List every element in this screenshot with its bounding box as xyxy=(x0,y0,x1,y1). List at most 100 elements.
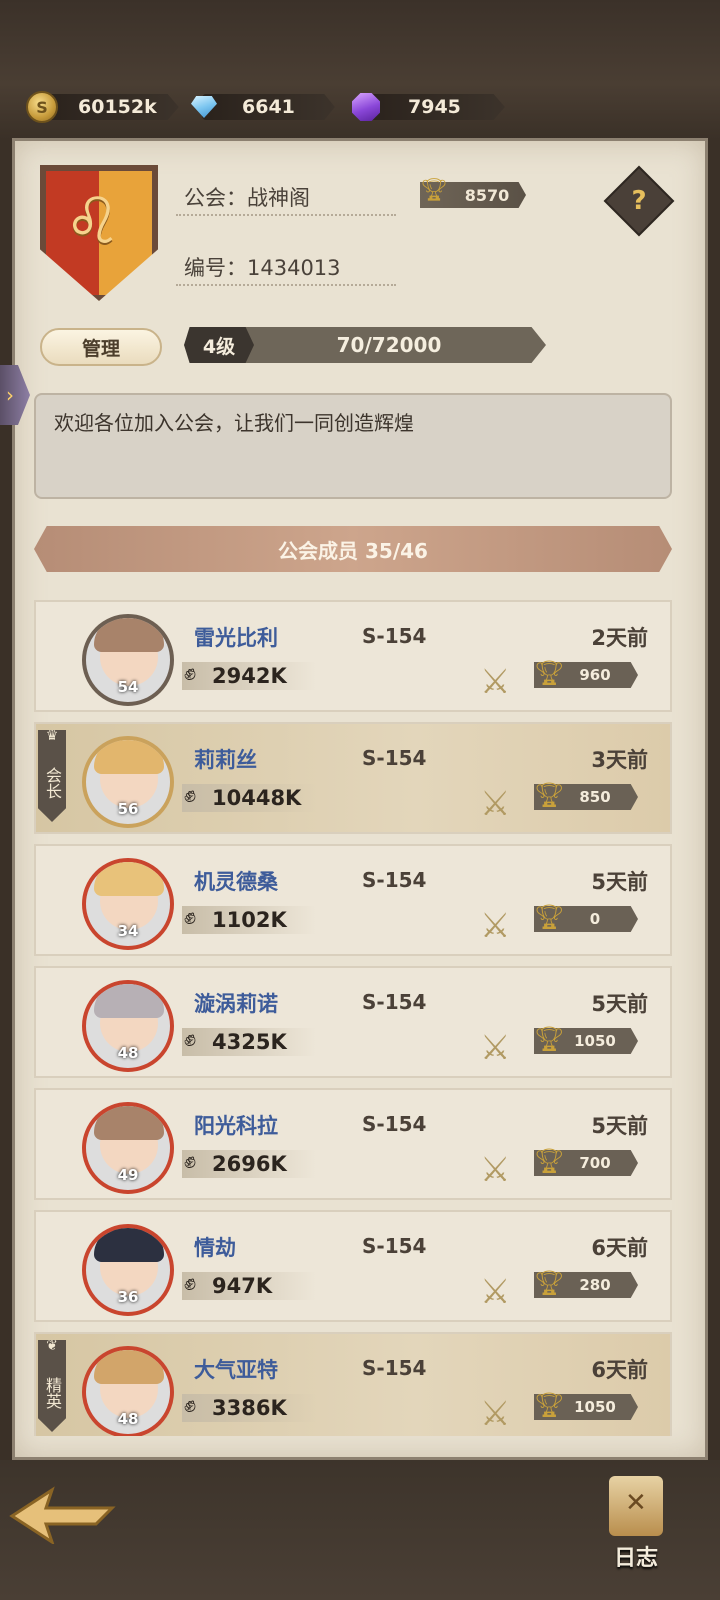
member-last-seen: 2天前 xyxy=(591,626,648,650)
member-row[interactable]: 34 机灵德桑 S-154 5天前 1102K ✊︎ ⚔︎ 0 🏆︎ xyxy=(34,844,672,956)
rank-badge: ❦ 精英 xyxy=(38,1340,66,1432)
chevron-right-icon: › xyxy=(6,383,14,407)
member-last-seen: 5天前 xyxy=(591,870,648,894)
member-row[interactable]: ❦ 精英 48 大气亚特 S-154 6天前 3386K ✊︎ ⚔︎ 1050 🏆… xyxy=(34,1332,672,1436)
member-row[interactable]: 36 情劫 S-154 6天前 947K ✊︎ ⚔︎ 280 🏆︎ xyxy=(34,1210,672,1322)
member-name: 机灵德桑 xyxy=(194,870,278,894)
wing-icon: ❦ xyxy=(44,1338,60,1354)
crossed-swords-icon: ⚔︎ xyxy=(480,662,511,702)
member-power: 4325K xyxy=(182,1028,316,1056)
member-power: 10448K xyxy=(182,784,316,812)
scroll-icon xyxy=(609,1476,663,1536)
member-level: 36 xyxy=(117,1288,139,1306)
lion-icon: ♌ xyxy=(64,185,122,259)
guild-id: 编号：1434013 xyxy=(184,256,341,280)
trophy-icon: 🏆︎ xyxy=(534,781,565,809)
trophy-icon: 🏆︎ xyxy=(534,903,565,931)
trophy-icon: 🏆︎ xyxy=(534,1391,565,1419)
trophy-icon: 🏆︎ xyxy=(534,1147,565,1175)
member-power: 3386K xyxy=(182,1394,316,1422)
guild-level: 4级 xyxy=(184,327,254,363)
fist-icon: ✊︎ xyxy=(184,1027,197,1052)
crossed-swords-icon: ⚔︎ xyxy=(480,1150,511,1190)
member-power: 2942K xyxy=(182,662,316,690)
member-row[interactable]: 49 阳光科拉 S-154 5天前 2696K ✊︎ ⚔︎ 700 🏆︎ xyxy=(34,1088,672,1200)
fist-icon: ✊︎ xyxy=(184,1393,197,1418)
crown-icon: ♛ xyxy=(44,728,60,744)
member-server: S-154 xyxy=(362,1234,427,1258)
crossed-swords-icon: ⚔︎ xyxy=(480,784,511,824)
trophy-icon: 🏆︎ xyxy=(534,1025,565,1053)
question-icon: ? xyxy=(631,186,647,216)
crossed-swords-icon: ⚔︎ xyxy=(480,1272,511,1312)
fist-icon: ✊︎ xyxy=(184,1271,197,1296)
member-level: 48 xyxy=(117,1410,139,1428)
log-label: 日志 xyxy=(613,1546,658,1571)
diamond-amount: 6641 xyxy=(202,94,335,120)
member-level: 34 xyxy=(117,922,139,940)
member-last-seen: 3天前 xyxy=(591,748,648,772)
member-last-seen: 6天前 xyxy=(591,1358,648,1382)
trophy-icon: 🏆︎ xyxy=(420,178,448,203)
member-level: 56 xyxy=(117,800,139,818)
guild-notice: 欢迎各位加入公会，让我们一同创造辉煌 xyxy=(34,393,672,499)
member-avatar[interactable]: 56 xyxy=(82,736,174,828)
guild-name: 公会：战神阁 xyxy=(184,186,310,210)
member-row[interactable]: ♛ 会长 56 莉莉丝 S-154 3天前 10448K ✊︎ ⚔︎ 850 🏆︎ xyxy=(34,722,672,834)
member-name: 阳光科拉 xyxy=(194,1114,278,1138)
fist-icon: ✊︎ xyxy=(184,661,197,686)
members-header: 公会成员 35/46 xyxy=(34,526,672,572)
divider xyxy=(176,284,396,286)
crossed-swords-icon: ⚔︎ xyxy=(480,1028,511,1068)
member-server: S-154 xyxy=(362,990,427,1014)
diamond-currency: 6641 xyxy=(188,92,335,122)
member-row[interactable]: 54 雷光比利 S-154 2天前 2942K ✊︎ ⚔︎ 960 🏆︎ xyxy=(34,600,672,712)
member-power: 947K xyxy=(182,1272,316,1300)
member-avatar[interactable]: 34 xyxy=(82,858,174,950)
crystal-amount: 7945 xyxy=(364,94,505,120)
member-name: 莉莉丝 xyxy=(194,748,257,772)
trophy-icon: 🏆︎ xyxy=(534,1269,565,1297)
crossed-swords-icon: ⚔︎ xyxy=(480,1394,511,1434)
gold-amount: 60152k xyxy=(40,94,179,120)
crossed-swords-icon: ⚔︎ xyxy=(480,906,511,946)
member-level: 49 xyxy=(117,1166,139,1184)
guild-exp: 70/72000 xyxy=(336,333,442,357)
manage-button[interactable]: 管理 xyxy=(40,328,162,366)
member-last-seen: 5天前 xyxy=(591,1114,648,1138)
member-row[interactable]: 48 漩涡莉诺 S-154 5天前 4325K ✊︎ ⚔︎ 1050 🏆︎ xyxy=(34,966,672,1078)
purple-crystal-icon xyxy=(350,91,382,123)
member-server: S-154 xyxy=(362,746,427,770)
back-arrow-icon[interactable] xyxy=(8,1486,116,1544)
member-avatar[interactable]: 48 xyxy=(82,1346,174,1436)
member-name: 漩涡莉诺 xyxy=(194,992,278,1016)
rank-badge: ♛ 会长 xyxy=(38,730,66,822)
member-avatar[interactable]: 49 xyxy=(82,1102,174,1194)
member-power: 1102K xyxy=(182,906,316,934)
gold-coin-icon: S xyxy=(26,91,58,123)
crystal-currency: 7945 xyxy=(350,92,505,122)
diamond-icon xyxy=(188,91,220,123)
gold-currency: S 60152k xyxy=(26,91,179,123)
member-level: 48 xyxy=(117,1044,139,1062)
member-server: S-154 xyxy=(362,868,427,892)
log-button[interactable]: 日志 xyxy=(596,1476,676,1586)
member-last-seen: 5天前 xyxy=(591,992,648,1016)
member-avatar[interactable]: 54 xyxy=(82,614,174,706)
member-power: 2696K xyxy=(182,1150,316,1178)
member-server: S-154 xyxy=(362,1112,427,1136)
member-avatar[interactable]: 48 xyxy=(82,980,174,1072)
fist-icon: ✊︎ xyxy=(184,1149,197,1174)
member-avatar[interactable]: 36 xyxy=(82,1224,174,1316)
fist-icon: ✊︎ xyxy=(184,783,197,808)
member-name: 情劫 xyxy=(194,1236,236,1260)
member-last-seen: 6天前 xyxy=(591,1236,648,1260)
member-server: S-154 xyxy=(362,624,427,648)
divider xyxy=(176,214,396,216)
member-server: S-154 xyxy=(362,1356,427,1380)
fist-icon: ✊︎ xyxy=(184,905,197,930)
member-name: 大气亚特 xyxy=(194,1358,278,1382)
member-name: 雷光比利 xyxy=(194,626,278,650)
trophy-icon: 🏆︎ xyxy=(534,659,565,687)
member-list[interactable]: 54 雷光比利 S-154 2天前 2942K ✊︎ ⚔︎ 960 🏆︎ ♛ 会长… xyxy=(34,578,672,1436)
